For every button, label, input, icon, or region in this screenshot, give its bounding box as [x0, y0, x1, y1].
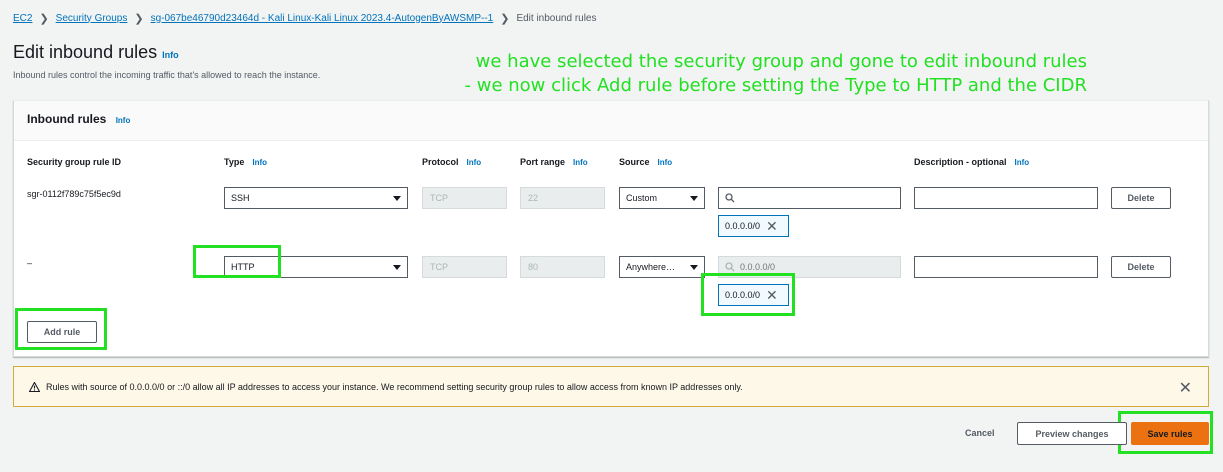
panel-title: Inbound rules Info — [27, 112, 130, 126]
highlight-type-box — [193, 245, 281, 278]
close-icon[interactable]: ✕ — [1179, 378, 1192, 398]
highlight-cidr-box — [701, 273, 795, 316]
source-info-link[interactable]: Info — [658, 158, 673, 167]
column-header-type-label: Type — [224, 157, 245, 167]
caret-down-icon — [690, 265, 698, 270]
source-select[interactable]: Custom — [619, 187, 705, 209]
caret-down-icon — [690, 196, 698, 201]
description-input[interactable] — [914, 187, 1098, 209]
column-header-protocol-label: Protocol — [422, 157, 459, 167]
breadcrumb-link-security-groups[interactable]: Security Groups — [56, 13, 128, 24]
port-range-info-link[interactable]: Info — [573, 158, 588, 167]
chevron-right-icon: ❯ — [500, 12, 510, 25]
page-description: Inbound rules control the incoming traff… — [13, 70, 321, 80]
cancel-button[interactable]: Cancel — [965, 428, 995, 438]
panel-header: Inbound rules Info — [14, 101, 1208, 141]
inbound-rules-panel: Inbound rules Info Security group rule I… — [13, 100, 1209, 357]
column-header-description-label: Description - optional — [914, 157, 1007, 167]
column-header-port-range-label: Port range — [520, 157, 566, 167]
type-info-link[interactable]: Info — [252, 158, 267, 167]
close-icon[interactable]: ✕ — [766, 219, 778, 233]
description-info-link[interactable]: Info — [1015, 158, 1030, 167]
breadcrumb: EC2 ❯ Security Groups ❯ sg-067be46790d23… — [13, 11, 597, 25]
delete-button[interactable]: Delete — [1111, 256, 1171, 278]
cidr-search-field[interactable] — [740, 193, 860, 203]
column-header-type: Type Info — [224, 157, 267, 167]
source-select-value: Anywhere… — [626, 262, 676, 272]
page-info-link[interactable]: Info — [162, 50, 179, 60]
breadcrumb-current: Edit inbound rules — [516, 12, 597, 24]
description-input[interactable] — [914, 256, 1098, 278]
search-icon — [725, 193, 735, 203]
port-range-field: 22 — [520, 187, 605, 209]
column-header-source: Source Info — [619, 157, 672, 167]
chevron-right-icon: ❯ — [39, 12, 49, 25]
cidr-search-field[interactable] — [740, 262, 860, 272]
rule-id: sgr-0112f789c75f5ec9d — [27, 189, 121, 199]
port-range-field: 80 — [520, 256, 605, 278]
breadcrumb-link-ec2[interactable]: EC2 — [13, 13, 32, 24]
warning-icon — [29, 381, 40, 392]
rule-id: – — [27, 258, 33, 268]
source-select[interactable]: Anywhere… — [619, 256, 705, 278]
page-title-text: Edit inbound rules — [13, 42, 158, 62]
panel-title-text: Inbound rules — [27, 112, 107, 126]
column-header-source-label: Source — [619, 157, 650, 167]
save-rules-button[interactable]: Save rules — [1131, 422, 1209, 445]
delete-button[interactable]: Delete — [1111, 187, 1171, 209]
column-header-description: Description - optional Info — [914, 157, 1029, 167]
column-header-port-range: Port range Info — [520, 157, 588, 167]
preview-changes-button[interactable]: Preview changes — [1017, 422, 1127, 445]
protocol-field: TCP — [422, 256, 507, 278]
cidr-token-label: 0.0.0.0/0 — [725, 221, 761, 231]
panel-info-link[interactable]: Info — [116, 116, 131, 125]
highlight-add-rule-box — [15, 308, 107, 350]
column-header-rule-id: Security group rule ID — [27, 157, 122, 167]
protocol-field: TCP — [422, 187, 507, 209]
search-icon — [725, 262, 735, 272]
source-select-value: Custom — [626, 193, 658, 203]
breadcrumb-link-security-group[interactable]: sg-067be46790d23464d - Kali Linux-Kali L… — [151, 13, 494, 24]
type-select[interactable]: SSH — [224, 187, 408, 209]
warning-text: Rules with source of 0.0.0.0/0 or ::/0 a… — [46, 381, 743, 392]
caret-down-icon — [393, 196, 401, 201]
type-select-value: SSH — [231, 193, 250, 203]
cidr-token: 0.0.0.0/0 ✕ — [718, 215, 789, 237]
page-title: Edit inbound rules Info — [13, 42, 179, 63]
protocol-info-link[interactable]: Info — [467, 158, 482, 167]
chevron-right-icon: ❯ — [134, 12, 144, 25]
column-header-protocol: Protocol Info — [422, 157, 481, 167]
warning-alert: Rules with source of 0.0.0.0/0 or ::/0 a… — [13, 366, 1209, 407]
cidr-search-input[interactable] — [718, 187, 901, 209]
caret-down-icon — [393, 265, 401, 270]
